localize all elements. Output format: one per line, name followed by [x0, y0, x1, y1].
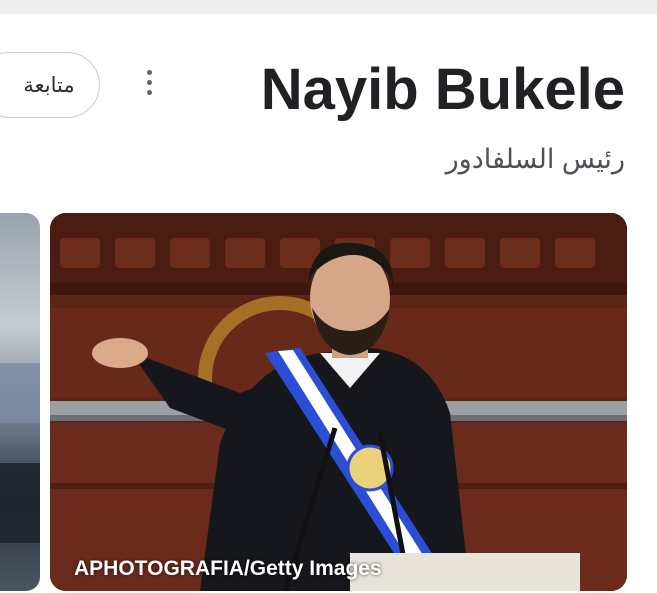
side-photo-thumbnail[interactable]	[0, 213, 40, 591]
photo-credit: APHOTOGRAFIA/Getty Images	[74, 557, 382, 580]
more-dot	[146, 79, 152, 85]
top-strip	[0, 0, 657, 14]
entity-title: Nayib Bukele	[260, 57, 625, 122]
follow-button-label: متابعة	[23, 73, 75, 97]
more-vert-icon[interactable]	[134, 64, 164, 100]
main-photo[interactable]: APHOTOGRAFIA/Getty Images	[50, 213, 627, 591]
more-dot	[146, 69, 152, 75]
follow-button[interactable]: متابعة	[0, 52, 100, 118]
entity-subtitle: رئيس السلفادور	[445, 144, 625, 174]
portrait-image	[50, 213, 627, 591]
more-dot	[146, 89, 152, 95]
